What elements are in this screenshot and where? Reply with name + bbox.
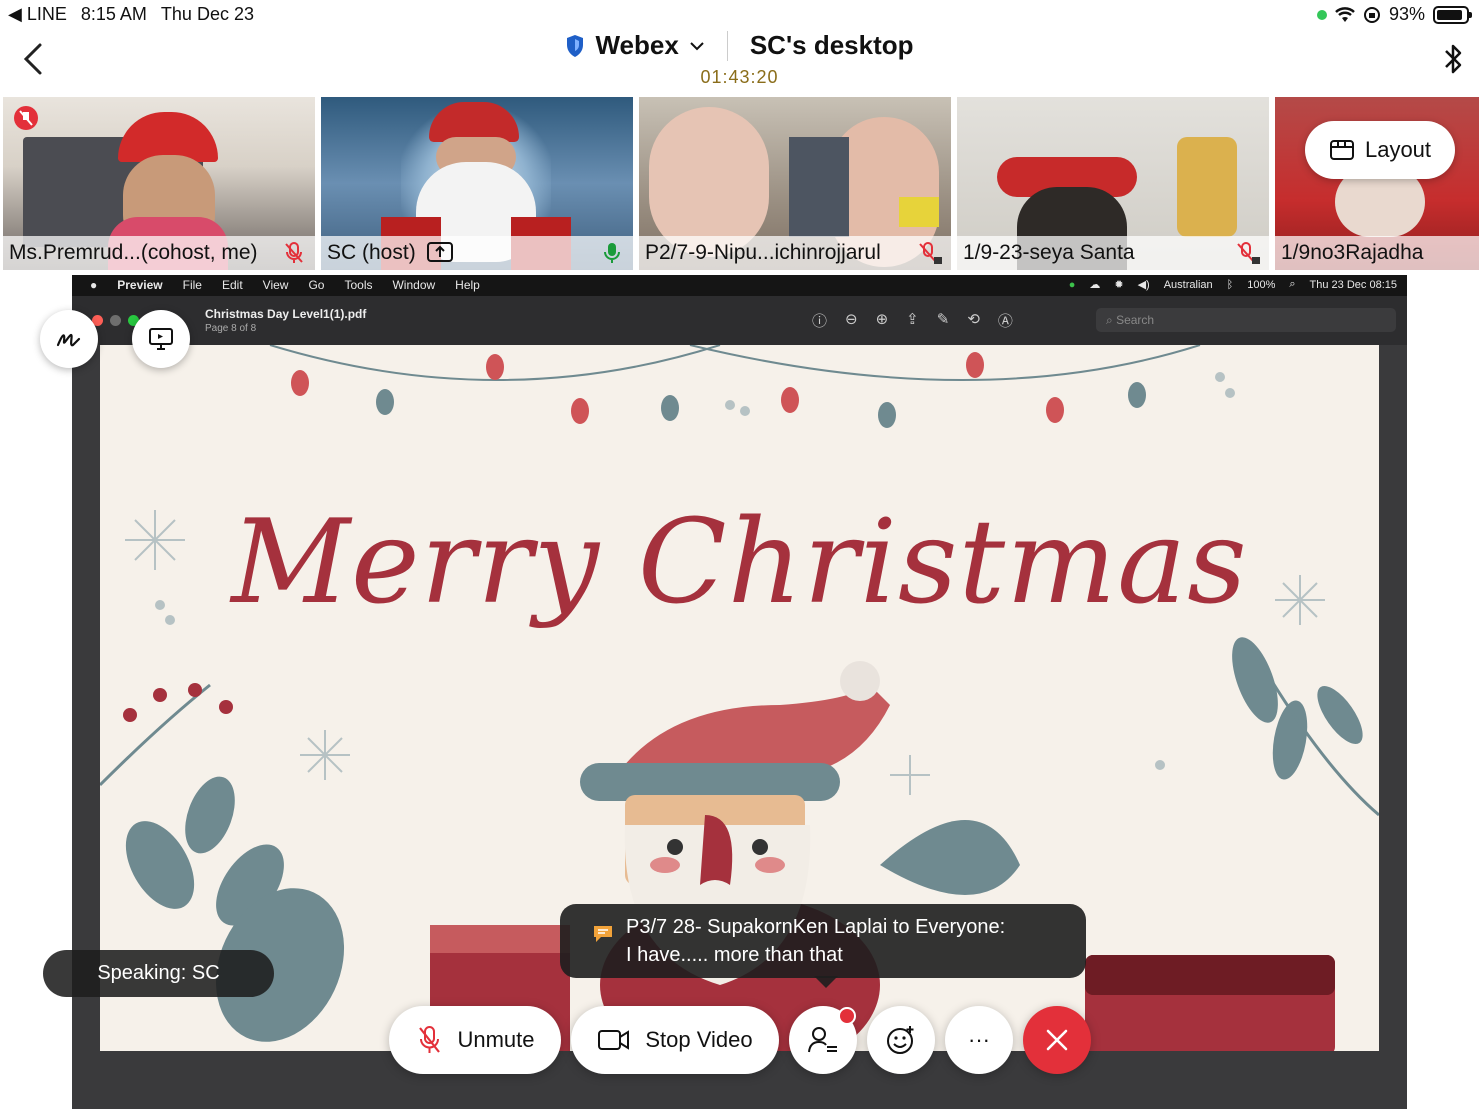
menu-item: Edit: [221, 278, 243, 292]
mac-menu-bar: ● Preview File Edit View Go Tools Window…: [72, 275, 1407, 296]
close-icon: [1046, 1029, 1068, 1051]
participant-strip: Ms.Premrud...(cohost, me) SC (host) P2/7…: [0, 97, 1479, 270]
shared-screen[interactable]: ● Preview File Edit View Go Tools Window…: [72, 275, 1407, 1109]
sharing-icon: [426, 242, 453, 262]
notification-badge: [838, 1007, 856, 1025]
participant-name: 1/9no3Rajadha: [1281, 241, 1424, 264]
unmute-button[interactable]: Unmute: [389, 1006, 561, 1074]
apple-icon: ●: [90, 278, 98, 292]
menu-item: File: [182, 278, 202, 292]
bluetooth-icon[interactable]: [1441, 42, 1465, 76]
more-options-button[interactable]: ···: [945, 1006, 1013, 1074]
menu-item: Preview: [117, 278, 163, 292]
share-icon: ⇪: [906, 311, 919, 328]
chat-bubble-icon: [594, 926, 612, 942]
preview-toolbar: Christmas Day Level1(1).pdf Page 8 of 8 …: [72, 296, 1407, 345]
unmute-label: Unmute: [457, 1027, 535, 1052]
layout-icon: [1329, 140, 1354, 160]
reactions-button[interactable]: [867, 1006, 935, 1074]
participant-tile[interactable]: Ms.Premrud...(cohost, me): [3, 97, 315, 270]
screen-share-icon: [149, 328, 173, 350]
search-tray-icon: ⌕: [1289, 278, 1296, 290]
chat-message: I have..... more than that: [626, 944, 843, 966]
mic-muted-icon: [285, 242, 303, 263]
document-page: Page 8 of 8: [205, 323, 257, 334]
shield-icon: [567, 34, 584, 57]
mic-active-icon: [604, 243, 620, 263]
rotate-icon: ⟲: [967, 311, 980, 328]
window-controls: [92, 315, 139, 326]
menu-item: Go: [308, 278, 325, 292]
menu-item: Window: [392, 278, 436, 292]
status-time: 8:15 AM: [80, 4, 147, 24]
pen-squiggle-icon: [56, 333, 81, 347]
active-speaker-indicator: Speaking: SC: [43, 950, 274, 997]
status-bar: ◀ LINE 8:15 AM Thu Dec 23 93%: [0, 0, 1479, 28]
participant-name: P2/7-9-Nipu...ichinrojjarul: [645, 241, 881, 264]
status-date: Thu Dec 23: [160, 4, 254, 24]
participant-tile[interactable]: SC (host): [321, 97, 633, 270]
participant-name: Ms.Premrud...(cohost, me): [9, 241, 258, 264]
chat-toast-tail: [814, 976, 838, 988]
more-options-label: ···: [968, 1027, 990, 1052]
participants-icon: [808, 1027, 837, 1053]
leave-meeting-button[interactable]: [1023, 1006, 1091, 1074]
meeting-header: Webex SC's desktop 01:43:20: [0, 28, 1479, 90]
share-screen-control-button[interactable]: [132, 310, 190, 368]
chat-notification[interactable]: P3/7 28- SupakornKen Laplai to Everyone:…: [560, 904, 1086, 988]
stop-video-button[interactable]: Stop Video: [571, 1006, 779, 1074]
back-to-app-link[interactable]: ◀ LINE: [8, 4, 67, 25]
participant-tile[interactable]: P2/7-9-Nipu...ichinrojjarul: [639, 97, 951, 270]
wifi-icon: [1335, 6, 1355, 22]
markup-icon: ✎: [936, 311, 950, 328]
brightness-tray-icon: ✹: [1114, 279, 1124, 291]
layout-label: Layout: [1364, 137, 1432, 162]
title-divider: [726, 30, 728, 61]
muted-badge-icon: [14, 106, 38, 130]
minimize-window-icon: [110, 315, 121, 326]
mac-clock: Thu 23 Dec 08:15: [1309, 278, 1397, 291]
zoom-out-icon: ⊖: [845, 311, 858, 328]
orientation-lock-icon: [1363, 6, 1380, 23]
chevron-down-icon[interactable]: [689, 40, 705, 52]
bluetooth-tray-icon: ᛒ: [1226, 278, 1234, 291]
mac-battery: 100%: [1247, 278, 1276, 291]
chat-sender: P3/7 28- SupakornKen Laplai to Everyone:: [626, 916, 1006, 938]
keyboard-layout: Australian: [1163, 278, 1213, 291]
document-search: ⌕ Search: [1096, 308, 1396, 332]
mic-muted-locked-icon: [919, 242, 942, 264]
webex-app-menu[interactable]: Webex: [595, 30, 678, 61]
layout-button[interactable]: Layout: [1305, 121, 1455, 179]
slide-heading: Merry Christmas: [231, 495, 1248, 630]
menu-item: View: [262, 278, 289, 292]
menu-item: Tools: [344, 278, 373, 292]
annotate-button[interactable]: [40, 310, 98, 368]
camera-in-use-icon: [1316, 9, 1327, 20]
shared-content-title: SC's desktop: [749, 30, 914, 60]
line-tray-icon: ●: [1068, 278, 1076, 291]
meeting-timer: 01:43:20: [700, 66, 779, 87]
battery-icon: [1433, 5, 1472, 24]
document-title: Christmas Day Level1(1).pdf: [205, 307, 367, 321]
zoom-in-icon: ⊕: [875, 311, 889, 328]
participant-tile[interactable]: 1/9-23-seya Santa: [957, 97, 1269, 270]
stop-video-label: Stop Video: [645, 1027, 753, 1052]
annotate-icon: Ⓐ: [997, 313, 1013, 330]
info-icon: ⓘ: [812, 313, 828, 330]
participant-name: 1/9-23-seya Santa: [963, 241, 1135, 264]
volume-tray-icon: ◀): [1137, 279, 1150, 291]
mic-muted-locked-icon: [1237, 242, 1260, 264]
emoji-add-icon: [887, 1026, 914, 1054]
cloud-tray-icon: ☁: [1089, 279, 1101, 291]
participant-name: SC (host): [327, 241, 416, 264]
battery-percent: 93%: [1388, 4, 1425, 24]
menu-item: Help: [455, 278, 480, 292]
mic-muted-icon: [419, 1026, 441, 1053]
video-camera-icon: [598, 1030, 630, 1050]
